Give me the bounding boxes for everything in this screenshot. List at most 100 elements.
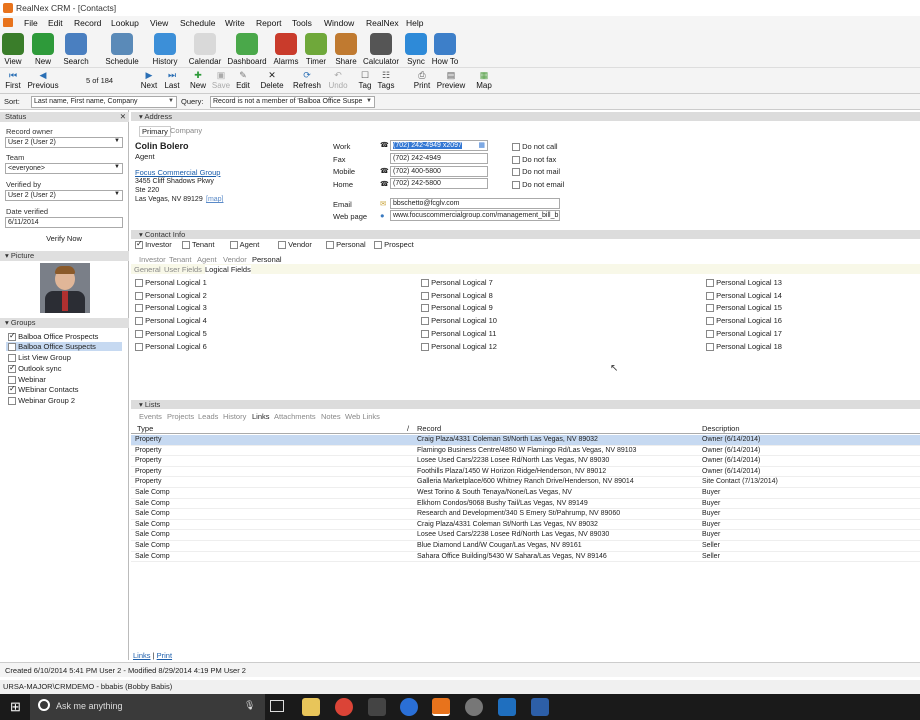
tab-tenant[interactable]: Tenant bbox=[169, 255, 192, 264]
logical-field-item[interactable]: Personal Logical 8 bbox=[421, 291, 493, 300]
logical-field-checkbox[interactable] bbox=[706, 279, 714, 288]
logical-field-checkbox[interactable] bbox=[135, 342, 143, 351]
logical-field-item[interactable]: Personal Logical 18 bbox=[706, 342, 782, 351]
table-row[interactable]: Property Galleria Marketplace/600 Whitney… bbox=[131, 477, 920, 488]
logical-field-item[interactable]: Personal Logical 7 bbox=[421, 278, 493, 288]
table-row[interactable]: Sale Comp Blue Diamond Land/W Cougar/Las … bbox=[131, 541, 920, 552]
column-record[interactable]: Record bbox=[417, 423, 441, 434]
do-not-call-checkbox[interactable] bbox=[512, 143, 520, 152]
tab-company[interactable]: Company bbox=[170, 126, 202, 135]
logical-field-item[interactable]: Personal Logical 14 bbox=[706, 291, 782, 300]
tab-agent[interactable]: Agent bbox=[197, 255, 217, 264]
table-row[interactable]: Sale Comp Sahara Office Building/5430 W S… bbox=[131, 552, 920, 563]
history-ribbon-button[interactable]: History bbox=[145, 32, 185, 66]
windows-start-icon[interactable]: ⊞ bbox=[10, 699, 21, 715]
menu-tools[interactable]: Tools bbox=[292, 18, 312, 28]
logical-field-checkbox[interactable] bbox=[135, 329, 143, 338]
logical-field-item[interactable]: Personal Logical 13 bbox=[706, 278, 782, 288]
task-view-icon[interactable] bbox=[270, 700, 284, 712]
logical-field-item[interactable]: Personal Logical 16 bbox=[706, 316, 782, 326]
agent-checkbox[interactable] bbox=[230, 241, 238, 250]
logical-field-checkbox[interactable] bbox=[135, 279, 143, 288]
status-header[interactable]: Status ✕ bbox=[0, 112, 129, 122]
logical-field-checkbox[interactable] bbox=[421, 329, 429, 338]
group-item[interactable]: Balboa Office Suspects bbox=[6, 342, 122, 352]
logical-field-item[interactable]: Personal Logical 17 bbox=[706, 329, 782, 338]
logical-field-checkbox[interactable] bbox=[421, 291, 429, 300]
tab-leads[interactable]: Leads bbox=[198, 412, 218, 421]
personal-checkbox[interactable] bbox=[326, 241, 334, 250]
query-select[interactable]: Record is not a member of 'Balboa Office… bbox=[210, 96, 375, 108]
logical-field-item[interactable]: Personal Logical 4 bbox=[135, 316, 207, 326]
menu-file[interactable]: File bbox=[24, 18, 38, 28]
group-item[interactable]: Balboa Office Prospects bbox=[8, 331, 98, 342]
tab-logical-fields[interactable]: Logical Fields bbox=[205, 265, 251, 274]
table-row[interactable]: Property Craig Plaza/4331 Coleman St/Nort… bbox=[131, 435, 920, 446]
previous-button[interactable]: ◀ Previous bbox=[26, 70, 60, 90]
table-row[interactable]: Property Flamingo Business Centre/4850 W … bbox=[131, 446, 920, 457]
snowflake-app-icon[interactable] bbox=[531, 698, 549, 716]
menu-edit[interactable]: Edit bbox=[48, 18, 63, 28]
type-tenant[interactable]: Tenant bbox=[182, 240, 214, 250]
logical-field-item[interactable]: Personal Logical 15 bbox=[706, 303, 782, 313]
menu-schedule[interactable]: Schedule bbox=[180, 18, 215, 28]
realnex-taskbar-icon[interactable] bbox=[432, 698, 450, 716]
do-not-mail[interactable]: Do not mail bbox=[512, 167, 560, 177]
share-ribbon-button[interactable]: Share bbox=[326, 32, 366, 66]
group-checkbox[interactable] bbox=[8, 376, 16, 385]
links-footer-link[interactable]: Links bbox=[133, 651, 151, 660]
table-row[interactable]: Sale Comp Craig Plaza/4331 Coleman St/Nor… bbox=[131, 520, 920, 531]
type-personal[interactable]: Personal bbox=[326, 240, 366, 250]
print-footer-link[interactable]: Print bbox=[157, 651, 172, 660]
chrome-icon[interactable] bbox=[335, 698, 353, 716]
type-agent[interactable]: Agent bbox=[230, 240, 259, 250]
table-row[interactable]: Property Losee Used Cars/2238 Losee Rd/No… bbox=[131, 456, 920, 467]
logical-field-item[interactable]: Personal Logical 10 bbox=[421, 316, 497, 326]
group-item[interactable]: WEbinar Contacts bbox=[8, 384, 79, 395]
logical-field-checkbox[interactable] bbox=[421, 317, 429, 326]
table-row[interactable]: Sale Comp Losee Used Cars/2238 Losee Rd/N… bbox=[131, 530, 920, 541]
tab-general[interactable]: General bbox=[134, 265, 161, 274]
store-icon[interactable] bbox=[368, 698, 386, 716]
sort-select[interactable]: Last name, First name, Company ▼ bbox=[31, 96, 177, 108]
tab-notes[interactable]: Notes bbox=[321, 412, 341, 421]
app-menu-icon[interactable] bbox=[3, 18, 13, 27]
group-checkbox[interactable] bbox=[8, 363, 16, 374]
group-item[interactable]: Outlook sync bbox=[8, 363, 61, 374]
logical-field-checkbox[interactable] bbox=[135, 304, 143, 313]
do-not-fax-checkbox[interactable] bbox=[512, 156, 520, 165]
tab-events[interactable]: Events bbox=[139, 412, 162, 421]
tab-personal[interactable]: Personal bbox=[252, 255, 282, 264]
map-button[interactable]: ▦ Map bbox=[467, 70, 501, 90]
menu-report[interactable]: Report bbox=[256, 18, 282, 28]
table-row[interactable]: Sale Comp Research and Development/340 S … bbox=[131, 509, 920, 520]
column-description[interactable]: Description bbox=[702, 423, 740, 434]
email-field[interactable]: bbschetto@fcglv.com bbox=[390, 198, 560, 209]
tab-vendor[interactable]: Vendor bbox=[223, 255, 247, 264]
web-page-field[interactable]: www.focuscommercialgroup.com/management_… bbox=[390, 210, 560, 221]
logical-field-item[interactable]: Personal Logical 12 bbox=[421, 342, 497, 351]
microphone-icon[interactable]: 🎙 bbox=[244, 700, 255, 711]
mobile-field[interactable]: (702) 400-5800 bbox=[390, 166, 488, 177]
settings-icon[interactable] bbox=[465, 698, 483, 716]
group-checkbox[interactable] bbox=[8, 354, 16, 363]
date-verified-field[interactable]: 6/11/2014 bbox=[5, 217, 123, 228]
logical-field-checkbox[interactable] bbox=[421, 279, 429, 288]
firefox-icon[interactable] bbox=[400, 698, 418, 716]
map-link[interactable]: [map] bbox=[206, 196, 224, 203]
table-row[interactable]: Sale Comp West Torino & South Tenaya/None… bbox=[131, 488, 920, 499]
group-checkbox[interactable] bbox=[8, 331, 16, 342]
menu-window[interactable]: Window bbox=[324, 18, 354, 28]
phone-icon[interactable]: ☎ bbox=[380, 180, 389, 188]
group-item[interactable]: Webinar bbox=[8, 375, 46, 385]
investor-checkbox[interactable] bbox=[135, 239, 143, 250]
do-not-call[interactable]: Do not call bbox=[512, 142, 558, 152]
logical-field-checkbox[interactable] bbox=[706, 304, 714, 313]
tab-investor[interactable]: Investor bbox=[139, 255, 166, 264]
record-owner-select[interactable]: User 2 (User 2) ▼ bbox=[5, 137, 123, 148]
group-checkbox[interactable] bbox=[8, 384, 16, 395]
lists-header[interactable]: ▾ Lists bbox=[131, 400, 920, 409]
preview-button[interactable]: ▤ Preview bbox=[434, 70, 468, 90]
logical-field-item[interactable]: Personal Logical 3 bbox=[135, 303, 207, 313]
picture-header[interactable]: ▾ Picture bbox=[0, 251, 129, 261]
